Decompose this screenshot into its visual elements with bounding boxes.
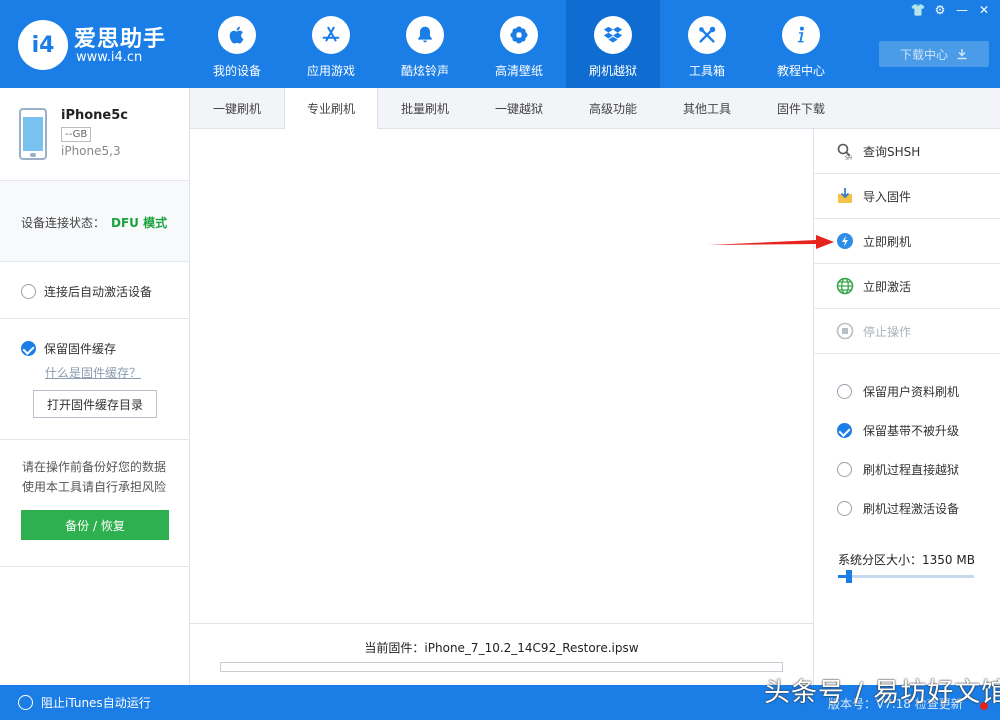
- activate-during-flash-option[interactable]: 刷机过程激活设备: [837, 500, 959, 517]
- firmware-status-bar: 当前固件：iPhone_7_10.2_14C92_Restore.ipsw: [190, 623, 813, 685]
- radio-icon: [837, 501, 852, 516]
- slider-thumb[interactable]: [846, 570, 853, 583]
- phone-icon: [19, 108, 47, 160]
- download-center-button[interactable]: 下载中心: [879, 41, 989, 67]
- app-logo: i4 爱思助手 www.i4.cn: [18, 18, 178, 70]
- auto-activate-option[interactable]: 连接后自动激活设备: [21, 283, 152, 300]
- nav-ringtones[interactable]: 酷炫铃声: [378, 0, 472, 88]
- system-partition-label: 系统分区大小：1350 MB: [838, 553, 975, 567]
- dfu-mode-value: DFU 模式: [111, 216, 168, 230]
- watermark: 头条号 / 易坊好文馆: [764, 678, 1000, 708]
- i4-logo-icon: i4: [18, 20, 68, 70]
- import-firmware-button[interactable]: 导入固件: [814, 174, 1000, 219]
- flash-tabs: 一键刷机 专业刷机 批量刷机 一键越狱 高级功能 其他工具 固件下载: [190, 88, 1000, 129]
- dropbox-icon: [594, 16, 632, 54]
- connection-status: 设备连接状态： DFU 模式: [21, 216, 168, 230]
- device-info: iPhone5c --GB iPhone5,3: [0, 88, 189, 181]
- radio-icon: [837, 462, 852, 477]
- search-shsh-icon: SH: [837, 143, 852, 161]
- app-store-icon: [312, 16, 350, 54]
- download-center-label: 下载中心: [899, 47, 948, 62]
- close-icon[interactable]: ✕: [976, 3, 992, 17]
- tab-firmware-download[interactable]: 固件下载: [754, 88, 848, 128]
- activate-now-button[interactable]: 立即激活: [814, 264, 1000, 309]
- red-arrow-annotation: [708, 235, 834, 249]
- apple-icon: [218, 16, 256, 54]
- tab-pro-flash[interactable]: 专业刷机: [284, 88, 378, 129]
- nav-tutorials[interactable]: 教程中心: [754, 0, 848, 88]
- stop-operation-button[interactable]: 停止操作: [814, 309, 1000, 354]
- jailbreak-during-flash-option[interactable]: 刷机过程直接越狱: [837, 461, 959, 478]
- radio-icon: [21, 284, 36, 299]
- tab-one-click-flash[interactable]: 一键刷机: [190, 88, 284, 128]
- globe-icon: [836, 277, 854, 295]
- backup-restore-button[interactable]: 备份 / 恢复: [21, 510, 169, 540]
- system-partition-slider[interactable]: [838, 570, 974, 583]
- import-icon: [838, 188, 852, 203]
- actions-panel: SH 查询SHSH 导入固件 立即刷机 立即激活 停止操作 保留用户资料刷机 保…: [813, 129, 1000, 685]
- radio-icon: [18, 695, 33, 710]
- checked-icon: [21, 341, 36, 356]
- open-cache-dir-button[interactable]: 打开固件缓存目录: [33, 390, 157, 418]
- device-model: iPhone5,3: [61, 144, 121, 158]
- radio-icon: [837, 384, 852, 399]
- firmware-list-area: 当前固件：iPhone_7_10.2_14C92_Restore.ipsw: [190, 129, 813, 685]
- flash-icon: [837, 233, 853, 249]
- backup-warning: 请在操作前备份好您的数据 使用本工具请自行承担风险: [22, 460, 167, 494]
- device-capacity: --GB: [61, 127, 92, 142]
- window-controls: 👕 ⚙ — ✕: [910, 3, 992, 17]
- checked-icon: [837, 423, 852, 438]
- info-icon: [782, 16, 820, 54]
- keep-user-data-option[interactable]: 保留用户资料刷机: [837, 383, 959, 400]
- keep-cache-option[interactable]: 保留固件缓存: [21, 340, 116, 357]
- tab-other-tools[interactable]: 其他工具: [660, 88, 754, 128]
- minimize-icon[interactable]: —: [954, 3, 970, 17]
- tools-icon: [688, 16, 726, 54]
- flash-now-button[interactable]: 立即刷机: [814, 219, 1000, 264]
- bell-icon: [406, 16, 444, 54]
- stop-icon: [836, 322, 854, 340]
- nav-toolbox[interactable]: 工具箱: [660, 0, 754, 88]
- main-nav: 我的设备 应用游戏 酷炫铃声 高清壁纸 刷机越狱 工具箱 教程中心: [190, 0, 848, 88]
- app-title: 爱思助手: [74, 27, 167, 52]
- nav-my-device[interactable]: 我的设备: [190, 0, 284, 88]
- nav-apps-games[interactable]: 应用游戏: [284, 0, 378, 88]
- nav-wallpapers[interactable]: 高清壁纸: [472, 0, 566, 88]
- block-itunes-option[interactable]: 阻止iTunes自动运行: [18, 694, 151, 711]
- device-panel: iPhone5c --GB iPhone5,3 设备连接状态： DFU 模式 连接…: [0, 88, 190, 685]
- tab-batch-flash[interactable]: 批量刷机: [378, 88, 472, 128]
- current-firmware: 当前固件：iPhone_7_10.2_14C92_Restore.ipsw: [364, 641, 639, 655]
- download-icon: [957, 49, 967, 60]
- query-shsh-button[interactable]: SH 查询SHSH: [814, 129, 1000, 174]
- app-url: www.i4.cn: [76, 50, 143, 65]
- flower-icon: [500, 16, 538, 54]
- tab-advanced[interactable]: 高级功能: [566, 88, 660, 128]
- flash-progress-bar: [220, 662, 783, 672]
- what-is-cache-link[interactable]: 什么是固件缓存？: [45, 364, 141, 381]
- skin-icon[interactable]: 👕: [910, 3, 926, 17]
- slider-fill: [838, 575, 847, 578]
- keep-baseband-option[interactable]: 保留基带不被升级: [837, 422, 959, 439]
- settings-icon[interactable]: ⚙: [932, 3, 948, 17]
- svg-text:SH: SH: [845, 156, 852, 161]
- tab-one-click-jailbreak[interactable]: 一键越狱: [472, 88, 566, 128]
- device-name: iPhone5c: [61, 108, 128, 123]
- top-header: i4 爱思助手 www.i4.cn 我的设备 应用游戏 酷炫铃声 高清壁纸 刷机…: [0, 0, 1000, 88]
- nav-flash-jailbreak[interactable]: 刷机越狱: [566, 0, 660, 88]
